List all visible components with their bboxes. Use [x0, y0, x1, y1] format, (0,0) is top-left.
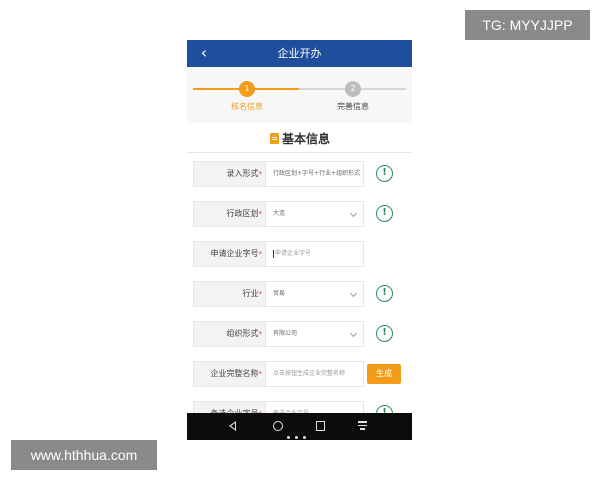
- field-label: 申请企业字号*: [193, 241, 265, 267]
- field-label: 企业完整名称*: [193, 361, 265, 387]
- form-row-industry: 行业* 贸易 !: [193, 281, 408, 307]
- input-mode-field[interactable]: 行政区划+字号+行业+组织形式: [265, 161, 364, 187]
- info-icon[interactable]: !: [376, 165, 393, 182]
- menu-icon[interactable]: [358, 421, 367, 431]
- trade-name-input[interactable]: 申请企业字号: [265, 241, 364, 267]
- stepper: 1 2 核名信息 完善信息: [187, 67, 412, 123]
- form-row-region: 行政区划* 大连 !: [193, 201, 408, 227]
- chevron-down-icon: [349, 289, 358, 298]
- field-label: 行业*: [193, 281, 265, 307]
- generate-button[interactable]: 生成: [367, 364, 401, 384]
- form-row-trade-name: 申请企业字号* 申请企业字号: [193, 241, 408, 267]
- step-1-dot[interactable]: 1: [239, 81, 255, 97]
- form-content: 基本信息 录入形式* 行政区划+字号+行业+组织形式 ! 行政区划* 大连 ! …: [187, 123, 412, 427]
- full-name-input[interactable]: 点击按钮生成企业完整名称: [265, 361, 364, 387]
- page-dots: [287, 424, 317, 439]
- home-circle-icon[interactable]: [273, 421, 283, 431]
- chevron-down-icon: [349, 329, 358, 338]
- watermark-bottom: www.hthhua.com: [11, 440, 157, 470]
- form-row-full-name: 企业完整名称* 点击按钮生成企业完整名称 生成: [193, 361, 408, 387]
- step-1-label: 核名信息: [231, 102, 263, 111]
- document-icon: [270, 133, 279, 144]
- chevron-down-icon: [349, 209, 358, 218]
- field-label: 行政区划*: [193, 201, 265, 227]
- info-icon[interactable]: !: [376, 325, 393, 342]
- industry-select[interactable]: 贸易: [265, 281, 364, 307]
- step-2-dot[interactable]: 2: [345, 81, 361, 97]
- org-form-select[interactable]: 有限公司: [265, 321, 364, 347]
- watermark-top: TG: MYYJJPP: [465, 10, 590, 40]
- section-header: 基本信息: [187, 123, 412, 153]
- step-2-label: 完善信息: [337, 102, 369, 111]
- phone-screen: ‹ 企业开办 1 2 核名信息 完善信息 基本信息 录入形式* 行政区划+字号+…: [187, 40, 412, 440]
- info-icon[interactable]: !: [376, 205, 393, 222]
- back-triangle-icon[interactable]: [229, 421, 236, 431]
- form-row-input-mode: 录入形式* 行政区划+字号+行业+组织形式 !: [193, 161, 408, 187]
- recent-square-icon[interactable]: [316, 421, 325, 431]
- form-row-org-form: 组织形式* 有限公司 !: [193, 321, 408, 347]
- field-label: 组织形式*: [193, 321, 265, 347]
- info-icon[interactable]: !: [376, 285, 393, 302]
- region-select[interactable]: 大连: [265, 201, 364, 227]
- system-nav-bar: [187, 413, 412, 440]
- nav-bar: ‹ 企业开办: [187, 40, 412, 67]
- page-title: 企业开办: [277, 47, 322, 60]
- field-label: 录入形式*: [193, 161, 265, 187]
- section-title: 基本信息: [282, 132, 331, 146]
